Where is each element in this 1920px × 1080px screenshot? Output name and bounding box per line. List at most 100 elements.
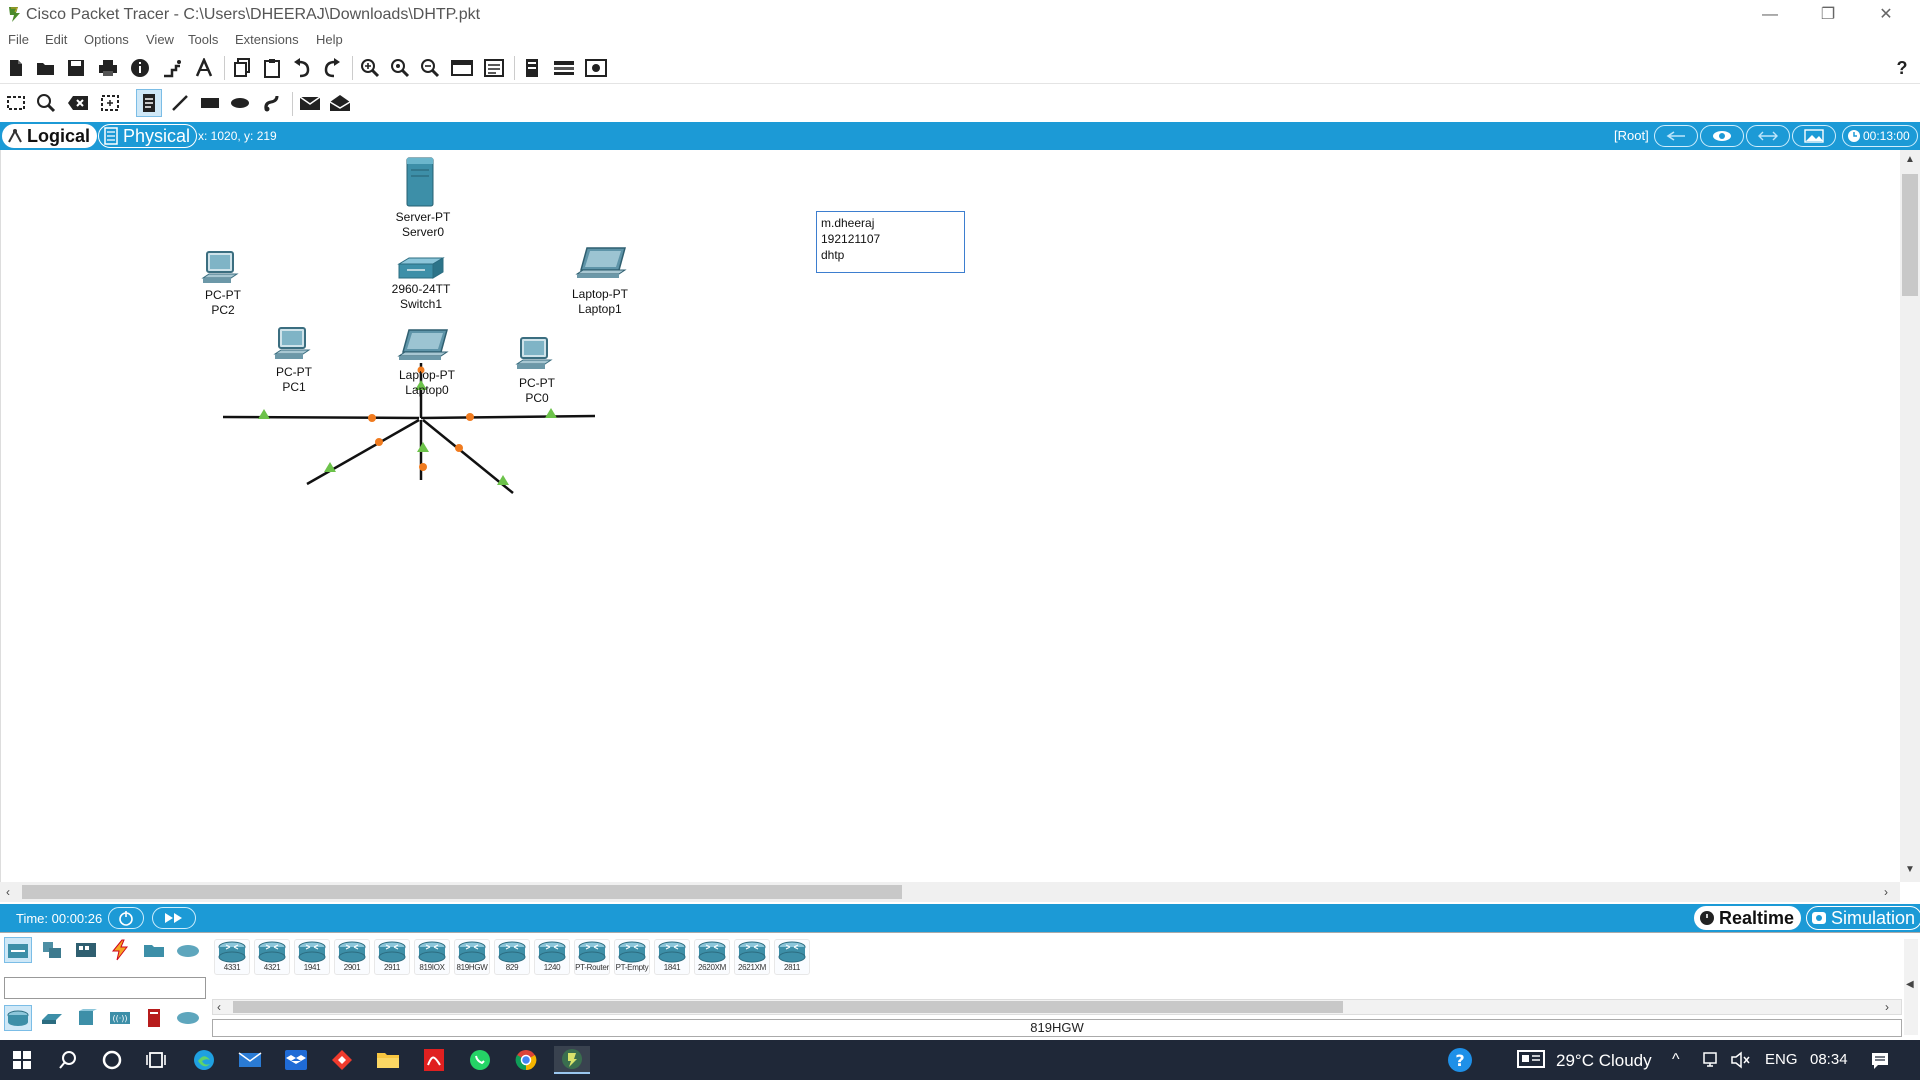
power-cycle-button[interactable] xyxy=(108,907,144,929)
activity-wizard-icon[interactable] xyxy=(192,56,216,80)
notifications-icon[interactable] xyxy=(1870,1051,1890,1075)
zoom-reset-icon[interactable] xyxy=(388,56,412,80)
redo-icon[interactable] xyxy=(320,56,344,80)
realtime-mode-button[interactable]: Realtime xyxy=(1694,906,1802,930)
scroll-down-icon[interactable]: ▼ xyxy=(1905,864,1915,875)
server-icon[interactable] xyxy=(405,156,437,208)
menu-file[interactable]: File xyxy=(8,32,29,47)
network-info-icon[interactable] xyxy=(584,56,608,80)
physical-tab[interactable]: Physical xyxy=(98,124,198,148)
draw-line-icon[interactable] xyxy=(168,91,192,115)
scroll-left-icon[interactable]: ‹ xyxy=(6,885,10,899)
connections-category-icon[interactable] xyxy=(106,937,134,963)
print-icon[interactable] xyxy=(96,56,120,80)
wan-emulation-subcategory-icon[interactable] xyxy=(174,1005,202,1031)
router-model-1841[interactable]: 1841 xyxy=(654,939,690,975)
draw-rectangle-icon[interactable] xyxy=(198,91,222,115)
weather-status[interactable]: 29°C Cloudy xyxy=(1556,1051,1652,1071)
undo-icon[interactable] xyxy=(290,56,314,80)
search-icon[interactable] xyxy=(50,1046,86,1074)
network-status-icon[interactable] xyxy=(1702,1051,1720,1073)
components-category-icon[interactable] xyxy=(72,937,100,963)
menu-help[interactable]: Help xyxy=(316,32,343,47)
workspace-vertical-scrollbar[interactable]: ▲ ▼ xyxy=(1900,150,1920,882)
scroll-up-icon[interactable]: ▲ xyxy=(1905,154,1915,165)
paste-icon[interactable] xyxy=(260,56,284,80)
input-language[interactable]: ENG xyxy=(1765,1051,1798,1068)
custom-device-dialog-icon[interactable] xyxy=(482,56,506,80)
model-strip-thumb[interactable] xyxy=(233,1001,1343,1013)
router-model-819iox[interactable]: 819IOX xyxy=(414,939,450,975)
switch-icon[interactable] xyxy=(395,256,447,282)
multiuser-category-icon[interactable] xyxy=(174,937,202,963)
laptop-icon[interactable] xyxy=(575,246,629,284)
scroll-right-icon[interactable]: › xyxy=(1884,885,1888,899)
save-icon[interactable] xyxy=(64,56,88,80)
windows-start-icon[interactable] xyxy=(4,1046,40,1074)
router-model-819hgw[interactable]: 819HGW xyxy=(454,939,490,975)
router-model-2811[interactable]: 2811 xyxy=(774,939,810,975)
zoom-in-icon[interactable] xyxy=(358,56,382,80)
add-simple-pdu-icon[interactable] xyxy=(298,91,322,115)
restore-button[interactable]: ❐ xyxy=(1808,4,1848,26)
network-wizard-icon[interactable] xyxy=(160,56,184,80)
switches-subcategory-icon[interactable] xyxy=(38,1005,66,1031)
chevron-up-icon[interactable]: ^ xyxy=(1672,1051,1680,1069)
router-model-2621xm[interactable]: 2621XM xyxy=(734,939,770,975)
router-model-4331[interactable]: 4331 xyxy=(214,939,250,975)
close-button[interactable]: ✕ xyxy=(1866,4,1906,26)
router-model-829[interactable]: 829 xyxy=(494,939,530,975)
help-button[interactable]: ? xyxy=(1890,56,1914,80)
simulation-mode-button[interactable]: Simulation xyxy=(1806,906,1920,930)
device-search-input[interactable] xyxy=(4,977,206,999)
back-button[interactable] xyxy=(1654,125,1698,147)
new-file-icon[interactable] xyxy=(4,56,28,80)
scroll-left-icon[interactable]: ◀ xyxy=(1906,979,1914,990)
router-model-1941[interactable]: 1941 xyxy=(294,939,330,975)
delete-icon[interactable] xyxy=(66,91,90,115)
router-model-1240[interactable]: 1240 xyxy=(534,939,570,975)
menu-options[interactable]: Options xyxy=(84,32,129,47)
help-tips-icon[interactable]: ? xyxy=(1442,1046,1478,1074)
router-model-2911[interactable]: 2911 xyxy=(374,939,410,975)
place-note-icon[interactable] xyxy=(136,89,162,117)
resize-shape-icon[interactable] xyxy=(98,91,122,115)
end-devices-category-icon[interactable] xyxy=(38,937,66,963)
file-explorer-icon[interactable] xyxy=(370,1046,406,1074)
packet-tracer-taskbar-icon[interactable] xyxy=(554,1046,590,1074)
info-icon[interactable] xyxy=(128,56,152,80)
system-clock[interactable]: 08:34 xyxy=(1810,1051,1848,1068)
whatsapp-icon[interactable] xyxy=(462,1046,498,1074)
draw-ellipse-icon[interactable] xyxy=(228,91,252,115)
device-templates-icon[interactable] xyxy=(552,56,576,80)
miscellaneous-category-icon[interactable] xyxy=(140,937,168,963)
network-devices-category-icon[interactable] xyxy=(4,937,32,963)
horizontal-scroll-thumb[interactable] xyxy=(22,885,902,899)
minimize-button[interactable]: — xyxy=(1750,4,1790,26)
zoom-out-icon[interactable] xyxy=(418,56,442,80)
laptop-icon[interactable] xyxy=(397,328,451,366)
scroll-right-icon[interactable]: › xyxy=(1885,1000,1889,1014)
security-subcategory-icon[interactable] xyxy=(140,1005,168,1031)
router-model-4321[interactable]: 4321 xyxy=(254,939,290,975)
pc-icon[interactable] xyxy=(273,326,313,362)
anydesk-icon[interactable] xyxy=(324,1046,360,1074)
cortana-icon[interactable] xyxy=(94,1046,130,1074)
router-model-2620xm[interactable]: 2620XM xyxy=(694,939,730,975)
router-model-pt-router[interactable]: PT-Router xyxy=(574,939,610,975)
workspace-horizontal-scrollbar[interactable]: ‹ › xyxy=(0,882,1900,902)
menu-extensions[interactable]: Extensions xyxy=(235,32,299,47)
mail-icon[interactable] xyxy=(232,1046,268,1074)
pdf-reader-icon[interactable] xyxy=(416,1046,452,1074)
logical-workspace[interactable]: Server-PT Server0 2960-24TT Switch1 PC-P… xyxy=(0,150,1900,882)
viewport-icon[interactable] xyxy=(520,56,544,80)
drawing-palette-icon[interactable] xyxy=(450,56,474,80)
menu-view[interactable]: View xyxy=(146,32,174,47)
scroll-left-icon[interactable]: ‹ xyxy=(217,1000,221,1014)
pc-icon[interactable] xyxy=(201,250,241,286)
router-model-pt-empty[interactable]: PT-Empty xyxy=(614,939,650,975)
move-object-button[interactable] xyxy=(1746,125,1790,147)
hubs-subcategory-icon[interactable] xyxy=(72,1005,100,1031)
model-strip-scrollbar[interactable]: ‹ › xyxy=(212,999,1902,1015)
inspect-icon[interactable] xyxy=(34,91,58,115)
